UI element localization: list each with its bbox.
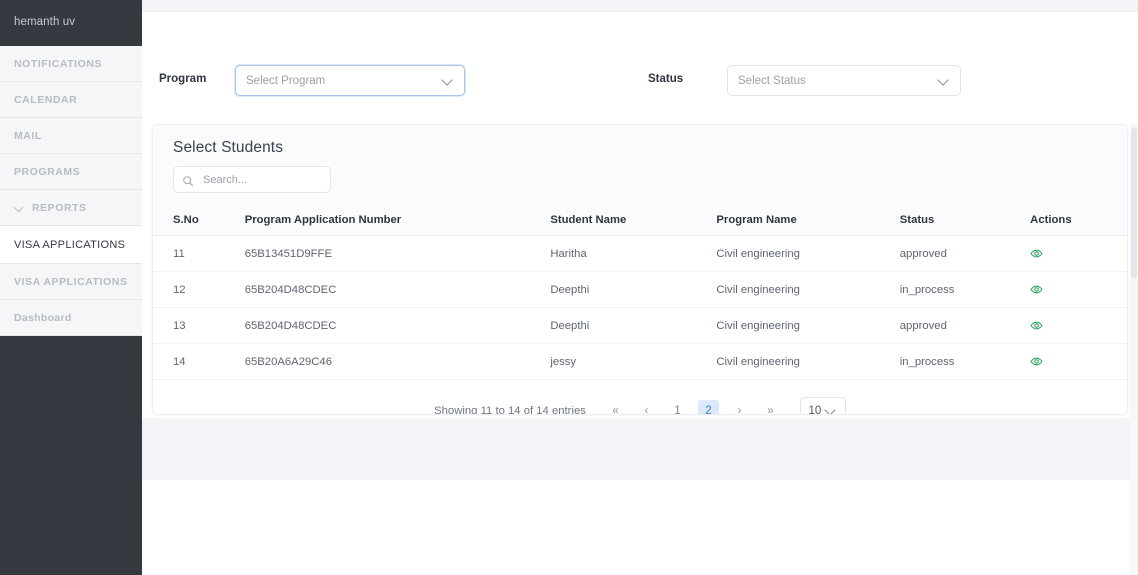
- top-strip: [142, 0, 1138, 12]
- sidebar-item-calendar[interactable]: CALENDAR: [0, 82, 142, 118]
- view-action-button[interactable]: [1030, 344, 1127, 380]
- cell-status: in_process: [900, 272, 1030, 308]
- cell-application-number: 65B13451D9FFE: [245, 236, 551, 272]
- cell-program-name: Civil engineering: [716, 344, 899, 380]
- pagination-next-button[interactable]: ›: [729, 400, 750, 415]
- select-students-card: Select Students S.No Program Appl: [152, 124, 1128, 415]
- column-header-program-name: Program Name: [716, 205, 899, 236]
- table-row[interactable]: 12 65B204D48CDEC Deepthi Civil engineeri…: [153, 272, 1127, 308]
- filter-bar: Program Select Program Status Select Sta…: [142, 13, 1138, 122]
- search-input[interactable]: [201, 173, 321, 187]
- cell-sno: 14: [153, 344, 245, 380]
- sidebar-item-label: VISA APPLICATIONS: [14, 239, 125, 251]
- sidebar-menu: NOTIFICATIONS CALENDAR MAIL PROGRAMS REP…: [0, 46, 142, 336]
- column-header-application-number: Program Application Number: [245, 205, 551, 236]
- sidebar-item-notifications[interactable]: NOTIFICATIONS: [0, 46, 142, 82]
- cell-status: in_process: [900, 344, 1030, 380]
- cell-status: approved: [900, 308, 1030, 344]
- pagination-last-button[interactable]: »: [760, 400, 781, 415]
- sidebar-item-label: VISA APPLICATIONS: [14, 276, 127, 288]
- sidebar-item-programs[interactable]: PROGRAMS: [0, 154, 142, 190]
- sidebar-item-label: CALENDAR: [14, 94, 77, 106]
- eye-icon: [1030, 359, 1043, 371]
- sidebar-item-label: PROGRAMS: [14, 166, 80, 178]
- page-size-value: 10: [808, 405, 821, 416]
- cell-student-name: jessy: [550, 344, 716, 380]
- search-box[interactable]: [173, 166, 331, 193]
- search-icon: [182, 174, 194, 186]
- chevron-down-icon: [825, 405, 837, 416]
- program-select-value: Select Program: [246, 75, 442, 87]
- program-filter-label: Program: [159, 73, 206, 85]
- cell-student-name: Deepthi: [550, 308, 716, 344]
- eye-icon: [1030, 323, 1043, 335]
- cell-student-name: Haritha: [550, 236, 716, 272]
- cell-program-name: Civil engineering: [716, 236, 899, 272]
- cell-program-name: Civil engineering: [716, 272, 899, 308]
- sidebar-item-label: Dashboard: [14, 312, 72, 324]
- main-content: Program Select Program Status Select Sta…: [142, 0, 1138, 575]
- cell-application-number: 65B20A6A29C46: [245, 344, 551, 380]
- cell-sno: 13: [153, 308, 245, 344]
- pagination: Showing 11 to 14 of 14 entries « ‹ 1 2 ›…: [153, 380, 1127, 415]
- sidebar-item-reports[interactable]: REPORTS: [0, 190, 142, 226]
- pagination-first-button[interactable]: «: [605, 400, 626, 415]
- column-header-status: Status: [900, 205, 1030, 236]
- sidebar-item-visa-applications-active[interactable]: VISA APPLICATIONS: [0, 226, 142, 264]
- table-body: 11 65B13451D9FFE Haritha Civil engineeri…: [153, 236, 1127, 380]
- sidebar-item-visa-applications[interactable]: VISA APPLICATIONS: [0, 264, 142, 300]
- table-header-row: S.No Program Application Number Student …: [153, 205, 1127, 236]
- vertical-scrollbar-thumb[interactable]: [1131, 128, 1137, 278]
- pagination-prev-button[interactable]: ‹: [636, 400, 657, 415]
- program-select[interactable]: Select Program: [235, 65, 465, 96]
- status-select[interactable]: Select Status: [727, 65, 961, 96]
- chevron-down-icon: [442, 75, 454, 87]
- view-action-button[interactable]: [1030, 236, 1127, 272]
- table-header: S.No Program Application Number Student …: [153, 205, 1127, 236]
- cell-sno: 11: [153, 236, 245, 272]
- card-header: Select Students: [153, 125, 1127, 205]
- cell-status: approved: [900, 236, 1030, 272]
- sidebar-item-label: MAIL: [14, 130, 42, 142]
- table-row[interactable]: 14 65B20A6A29C46 jessy Civil engineering…: [153, 344, 1127, 380]
- lower-white-area: [142, 480, 1138, 575]
- app-window: hemanth uv NOTIFICATIONS CALENDAR MAIL P…: [0, 0, 1138, 575]
- cell-application-number: 65B204D48CDEC: [245, 272, 551, 308]
- students-table: S.No Program Application Number Student …: [153, 205, 1127, 380]
- pagination-page-1[interactable]: 1: [667, 400, 688, 415]
- sidebar-username: hemanth uv: [0, 0, 142, 44]
- sidebar-item-label: REPORTS: [32, 202, 87, 214]
- chevron-down-icon: [14, 202, 25, 213]
- sidebar-item-label: NOTIFICATIONS: [14, 58, 102, 70]
- column-header-actions: Actions: [1030, 205, 1127, 236]
- view-action-button[interactable]: [1030, 308, 1127, 344]
- cell-sno: 12: [153, 272, 245, 308]
- table-row[interactable]: 13 65B204D48CDEC Deepthi Civil engineeri…: [153, 308, 1127, 344]
- lower-grey-area: [142, 418, 1138, 480]
- cell-program-name: Civil engineering: [716, 308, 899, 344]
- column-header-sno: S.No: [153, 205, 245, 236]
- column-header-student-name: Student Name: [550, 205, 716, 236]
- chevron-down-icon: [938, 75, 950, 87]
- eye-icon: [1030, 251, 1043, 263]
- eye-icon: [1030, 287, 1043, 299]
- view-action-button[interactable]: [1030, 272, 1127, 308]
- filter-row: Program Select Program Status Select Sta…: [142, 65, 1138, 99]
- status-filter-label: Status: [648, 73, 683, 85]
- sidebar: hemanth uv NOTIFICATIONS CALENDAR MAIL P…: [0, 0, 142, 575]
- pagination-page-2[interactable]: 2: [698, 400, 719, 415]
- sidebar-item-dashboard[interactable]: Dashboard: [0, 300, 142, 336]
- page-title: Select Students: [173, 139, 1107, 157]
- table-row[interactable]: 11 65B13451D9FFE Haritha Civil engineeri…: [153, 236, 1127, 272]
- page-size-select[interactable]: 10: [800, 397, 846, 415]
- sidebar-item-mail[interactable]: MAIL: [0, 118, 142, 154]
- status-select-value: Select Status: [738, 75, 938, 87]
- cell-application-number: 65B204D48CDEC: [245, 308, 551, 344]
- pagination-info: Showing 11 to 14 of 14 entries: [434, 405, 586, 416]
- cell-student-name: Deepthi: [550, 272, 716, 308]
